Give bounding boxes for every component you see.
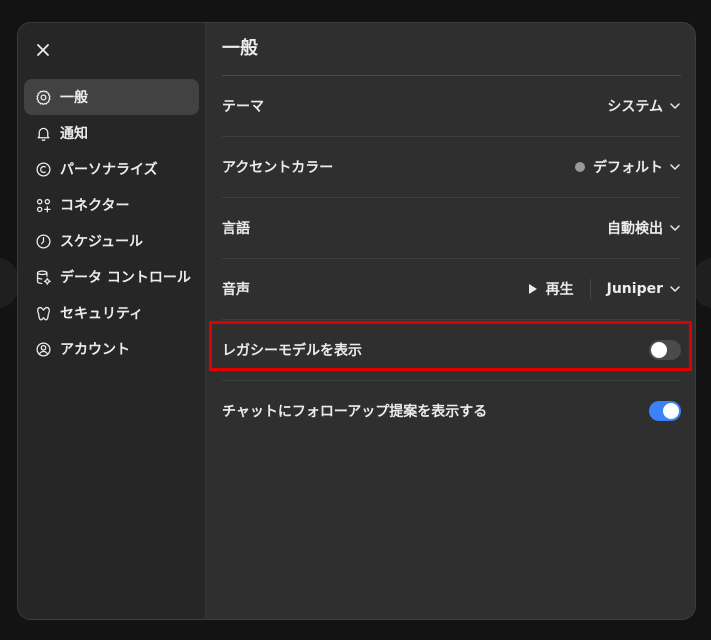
database-gear-icon [34, 268, 52, 286]
chevron-down-icon [669, 283, 681, 295]
sidebar-item-data-controls[interactable]: データ コントロール [24, 259, 199, 295]
follow-up-suggestions-row: チャットにフォローアップ提案を表示する [222, 381, 681, 441]
legacy-models-toggle[interactable] [649, 340, 681, 360]
accent-color-dropdown[interactable]: デフォルト [575, 157, 681, 177]
settings-sidebar: 一般 通知 パーソナライズ コネクター スケジュール データ コントロール セキ… [18, 23, 206, 619]
sidebar-item-notifications[interactable]: 通知 [24, 115, 199, 151]
theme-dropdown[interactable]: システム [607, 96, 681, 116]
chevron-down-icon [669, 100, 681, 112]
close-icon [37, 44, 49, 56]
follow-up-suggestions-toggle[interactable] [649, 401, 681, 421]
sidebar-item-label: セキュリティ [60, 306, 144, 322]
user-circle-icon [34, 340, 52, 358]
clock-icon [34, 232, 52, 250]
play-icon [528, 284, 537, 294]
connectors-icon [34, 196, 52, 214]
theme-row: テーマ システム [222, 76, 681, 137]
bell-icon [34, 124, 52, 142]
chevron-down-icon [669, 161, 681, 173]
settings-modal: 一般 通知 パーソナライズ コネクター スケジュール データ コントロール セキ… [17, 22, 696, 620]
shield-icon [34, 304, 52, 322]
sidebar-item-label: パーソナライズ [60, 162, 158, 178]
sidebar-item-connectors[interactable]: コネクター [24, 187, 199, 223]
voice-value: Juniper [606, 281, 663, 297]
accent-color-value: デフォルト [593, 160, 663, 176]
accent-color-swatch [575, 162, 585, 172]
accent-color-label: アクセントカラー [222, 160, 334, 176]
toggle-knob [663, 403, 679, 419]
theme-value: システム [607, 99, 663, 115]
close-button[interactable] [32, 39, 54, 61]
sidebar-item-label: 一般 [60, 90, 88, 106]
sidebar-item-personalize[interactable]: パーソナライズ [24, 151, 199, 187]
language-value: 自動検出 [607, 221, 663, 237]
follow-up-suggestions-label: チャットにフォローアップ提案を表示する [222, 404, 488, 420]
sidebar-item-security[interactable]: セキュリティ [24, 295, 199, 331]
toggle-knob [651, 342, 667, 358]
backdrop-shape-left [0, 258, 18, 308]
legacy-models-row: レガシーモデルを表示 [222, 320, 681, 381]
theme-label: テーマ [222, 99, 264, 115]
voice-divider [589, 279, 591, 299]
personalize-icon [34, 160, 52, 178]
language-dropdown[interactable]: 自動検出 [607, 218, 681, 238]
sidebar-item-label: 通知 [60, 126, 88, 142]
sidebar-item-schedules[interactable]: スケジュール [24, 223, 199, 259]
sidebar-item-general[interactable]: 一般 [24, 79, 199, 115]
chevron-down-icon [669, 222, 681, 234]
sidebar-item-account[interactable]: アカウント [24, 331, 199, 367]
voice-dropdown[interactable]: Juniper [607, 281, 681, 297]
voice-play-button[interactable]: 再生 [528, 279, 590, 299]
settings-main: 一般 テーマ システム アクセントカラー デフォルト 言語 自動検出 音声 再生… [206, 23, 695, 619]
page-title: 一般 [222, 23, 681, 76]
voice-controls: 再生 Juniper [528, 279, 681, 299]
legacy-models-label: レガシーモデルを表示 [222, 343, 362, 359]
sidebar-item-label: コネクター [60, 198, 130, 214]
sidebar-item-label: スケジュール [60, 234, 144, 250]
gear-icon [34, 88, 52, 106]
accent-color-row: アクセントカラー デフォルト [222, 137, 681, 198]
voice-row: 音声 再生 Juniper [222, 259, 681, 320]
sidebar-item-label: アカウント [60, 342, 130, 358]
voice-label: 音声 [222, 282, 250, 298]
voice-play-label: 再生 [545, 282, 574, 298]
language-row: 言語 自動検出 [222, 198, 681, 259]
sidebar-item-label: データ コントロール [60, 270, 191, 286]
language-label: 言語 [222, 221, 250, 237]
settings-nav: 一般 通知 パーソナライズ コネクター スケジュール データ コントロール セキ… [24, 79, 199, 367]
